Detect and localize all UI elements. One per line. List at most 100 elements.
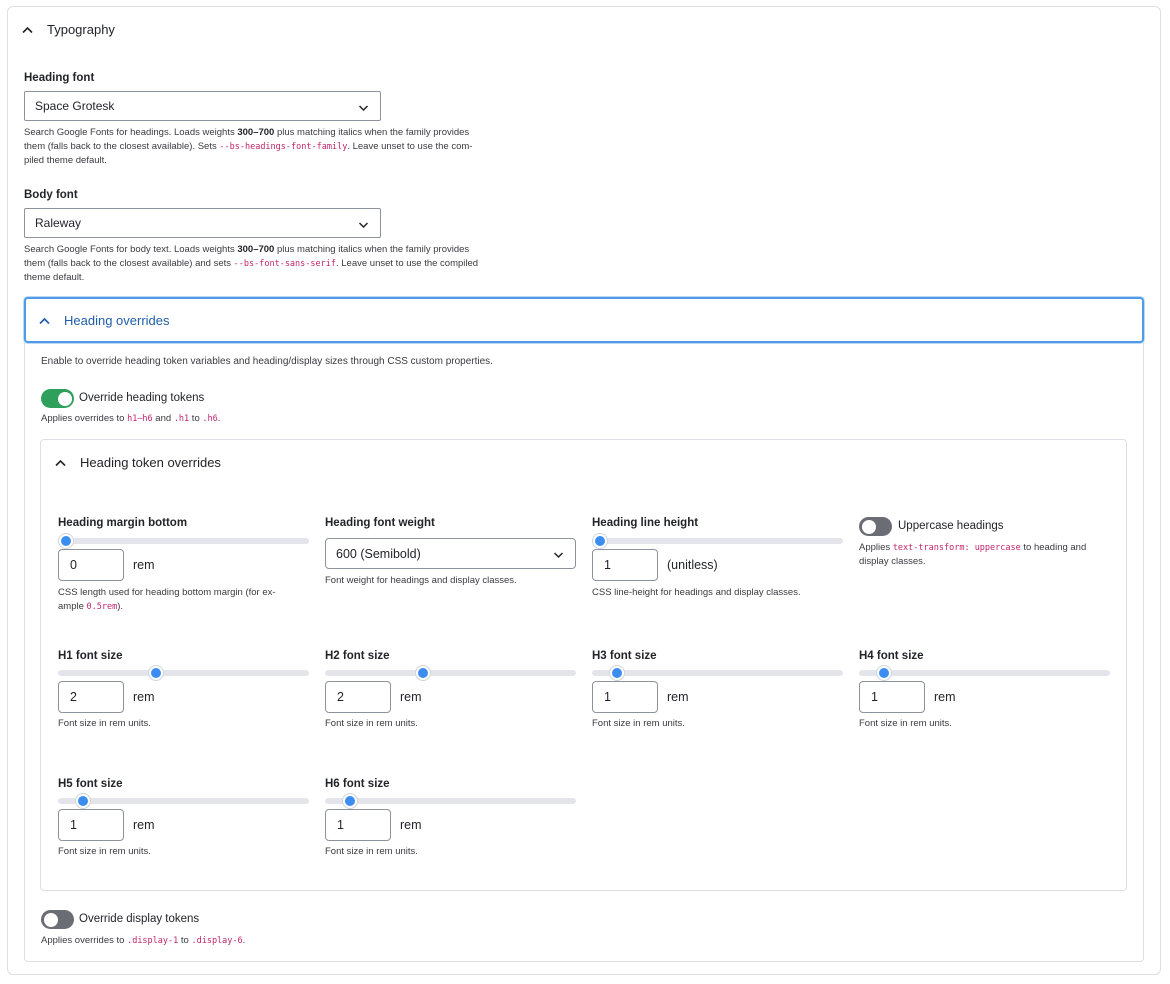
h4-font-size-description: Font size in rem units.	[859, 718, 952, 729]
slider-track	[58, 538, 309, 544]
h4-font-size-label: H4 font size	[859, 650, 924, 662]
override-display-tokens-label: Override display tokens	[79, 913, 200, 925]
slider-track	[58, 670, 309, 676]
heading-token-overrides-title: Heading token overrides	[80, 455, 221, 470]
h6-font-size-input[interactable]: 1	[325, 809, 391, 841]
heading-font-weight-select[interactable]: 600 (Semibold)	[325, 538, 576, 569]
chevron-down-icon	[358, 218, 369, 232]
body-font-label: Body font	[24, 189, 78, 201]
heading-overrides-title: Heading overrides	[64, 313, 170, 328]
slider-thumb[interactable]	[76, 794, 91, 808]
h2-font-size-input[interactable]: 2	[325, 681, 391, 713]
toggle-knob	[58, 391, 72, 406]
slider-thumb[interactable]	[148, 666, 163, 680]
slider-thumb[interactable]	[415, 666, 430, 680]
override-display-tokens-description: Applies overrides to .display-1 to .disp…	[41, 935, 246, 946]
slider-thumb[interactable]	[610, 666, 625, 680]
h6-font-size-unit: rem	[400, 818, 422, 832]
code-snippet: --bs-font-sans-serif	[233, 259, 336, 269]
h5-font-size-label: H5 font size	[58, 778, 123, 790]
slider-track	[592, 538, 843, 544]
uppercase-headings-label: Uppercase headings	[898, 520, 1004, 532]
heading-font-value: Space Grotesk	[35, 99, 115, 113]
code-snippet: .display-6	[191, 936, 243, 946]
slider-track	[325, 798, 576, 804]
heading-line-height-description: CSS line-height for headings and display…	[592, 587, 801, 598]
heading-font-weight-description: Font weight for headings and display cla…	[325, 575, 517, 586]
heading-margin-bottom-description: CSS length used for heading bottom margi…	[58, 587, 276, 612]
heading-margin-bottom-input[interactable]: 0	[58, 549, 124, 581]
h5-font-size-input[interactable]: 1	[58, 809, 124, 841]
uppercase-headings-toggle[interactable]	[859, 517, 892, 536]
h5-font-size-description: Font size in rem units.	[58, 846, 151, 857]
h1-font-size-slider[interactable]	[58, 666, 309, 680]
h1-font-size-label: H1 font size	[58, 650, 123, 662]
h6-font-size-description: Font size in rem units.	[325, 846, 418, 857]
heading-line-height-unit: (unitless)	[667, 558, 718, 572]
heading-line-height-label: Heading line height	[592, 517, 699, 529]
body-font-description: Search Google Fonts for body text. Loads…	[24, 244, 479, 283]
override-heading-tokens-toggle[interactable]	[41, 389, 74, 408]
slider-track	[58, 798, 309, 804]
heading-token-overrides-summary[interactable]: Heading token overrides	[55, 455, 221, 470]
code-snippet: .h6	[202, 414, 218, 424]
h1-font-size-input[interactable]: 2	[58, 681, 124, 713]
slider-track	[592, 670, 843, 676]
uppercase-headings-description: Applies text-transform: uppercase to hea…	[859, 542, 1087, 567]
h3-font-size-input[interactable]: 1	[592, 681, 658, 713]
heading-line-height-slider[interactable]	[592, 534, 843, 548]
toggle-knob	[861, 519, 876, 534]
heading-font-select[interactable]: Space Grotesk	[24, 91, 381, 121]
chevron-down-icon	[358, 101, 369, 115]
heading-font-description: Search Google Fonts for headings. Loads …	[24, 127, 473, 166]
heading-overrides-summary-content[interactable]: Heading overrides	[39, 313, 170, 328]
heading-overrides-intro: Enable to override heading token variabl…	[41, 356, 493, 367]
slider-track	[859, 670, 1110, 676]
chevron-up-icon	[39, 317, 50, 325]
h3-font-size-slider[interactable]	[592, 666, 843, 680]
heading-overrides-summary[interactable]	[24, 297, 1144, 343]
heading-margin-bottom-slider[interactable]	[58, 534, 309, 548]
h2-font-size-label: H2 font size	[325, 650, 390, 662]
h3-font-size-unit: rem	[667, 690, 689, 704]
h1-font-size-unit: rem	[133, 690, 155, 704]
override-heading-tokens-label: Override heading tokens	[79, 392, 205, 404]
h3-font-size-description: Font size in rem units.	[592, 718, 685, 729]
h4-font-size-input[interactable]: 1	[859, 681, 925, 713]
chevron-up-icon	[55, 459, 66, 467]
h5-font-size-unit: rem	[133, 818, 155, 832]
code-snippet: .h1	[173, 414, 190, 424]
slider-thumb[interactable]	[58, 534, 73, 548]
heading-font-label: Heading font	[24, 72, 95, 84]
heading-font-weight-value: 600 (Semibold)	[336, 546, 421, 561]
h6-font-size-label: H6 font size	[325, 778, 390, 790]
h2-font-size-unit: rem	[400, 690, 422, 704]
heading-line-height-input[interactable]: 1	[592, 549, 658, 581]
slider-thumb[interactable]	[343, 794, 358, 808]
slider-track	[325, 670, 576, 676]
heading-margin-bottom-label: Heading margin bottom	[58, 517, 188, 529]
body-font-select[interactable]: Raleway	[24, 208, 381, 238]
toggle-knob	[43, 912, 58, 927]
code-snippet: --bs-headings-font-family	[219, 142, 348, 152]
h2-font-size-slider[interactable]	[325, 666, 576, 680]
heading-token-overrides-panel	[40, 439, 1127, 891]
h4-font-size-slider[interactable]	[859, 666, 1110, 680]
chevron-down-icon	[553, 548, 564, 562]
slider-thumb[interactable]	[877, 666, 892, 680]
slider-thumb[interactable]	[592, 534, 607, 548]
chevron-up-icon	[22, 26, 33, 34]
override-display-tokens-toggle[interactable]	[41, 910, 74, 929]
body-font-value: Raleway	[35, 216, 82, 230]
code-snippet: .display-1	[127, 936, 179, 946]
code-snippet: h1–h6	[127, 414, 153, 424]
typography-summary[interactable]: Typography	[22, 22, 115, 37]
h5-font-size-slider[interactable]	[58, 794, 309, 808]
typography-title: Typography	[47, 22, 115, 37]
heading-font-weight-label: Heading font weight	[325, 517, 435, 529]
override-heading-tokens-description: Applies overrides to h1–h6 and .h1 to .h…	[41, 413, 221, 424]
h3-font-size-label: H3 font size	[592, 650, 657, 662]
heading-margin-bottom-unit: rem	[133, 558, 155, 572]
code-snippet: 0.5rem	[86, 602, 118, 612]
h6-font-size-slider[interactable]	[325, 794, 576, 808]
